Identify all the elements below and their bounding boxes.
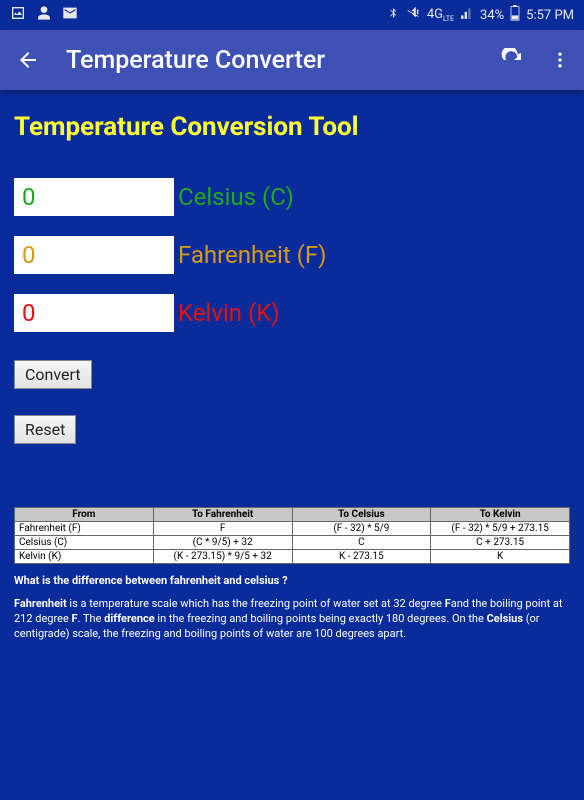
- table-cell: C + 273.15: [431, 536, 570, 550]
- battery-percent: 34%: [480, 8, 504, 23]
- explanation-body: Fahrenheit is a temperature scale which …: [14, 597, 570, 642]
- status-right: 4GLTE 34% 5:57 PM: [387, 5, 574, 25]
- kelvin-input[interactable]: [14, 294, 174, 332]
- table-header: From: [15, 508, 154, 522]
- status-left: [10, 5, 78, 25]
- bluetooth-icon: [387, 6, 399, 24]
- table-row: Celsius (C) (C * 9/5) + 32 C C + 273.15: [15, 536, 570, 550]
- page-title: Temperature Conversion Tool: [14, 112, 570, 142]
- table-header: To Kelvin: [431, 508, 570, 522]
- status-bar: 4GLTE 34% 5:57 PM: [0, 0, 584, 30]
- fahrenheit-input[interactable]: [14, 236, 174, 274]
- main-content: Temperature Conversion Tool Celsius (C) …: [0, 90, 584, 800]
- table-cell: Fahrenheit (F): [15, 522, 154, 536]
- clock: 5:57 PM: [526, 8, 574, 23]
- table-cell: (F - 32) * 5/9: [292, 522, 431, 536]
- celsius-row: Celsius (C): [14, 178, 570, 216]
- table-cell: Celsius (C): [15, 536, 154, 550]
- image-icon: [10, 5, 26, 25]
- conversion-table: From To Fahrenheit To Celsius To Kelvin …: [14, 507, 570, 564]
- table-cell: K - 273.15: [292, 550, 431, 564]
- table-cell: F: [153, 522, 292, 536]
- convert-button[interactable]: Convert: [14, 360, 92, 389]
- table-cell: (F - 32) * 5/9 + 273.15: [431, 522, 570, 536]
- celsius-input[interactable]: [14, 178, 174, 216]
- overflow-menu-button[interactable]: [550, 46, 570, 74]
- table-row: Kelvin (K) (K - 273.15) * 9/5 + 32 K - 2…: [15, 550, 570, 564]
- kelvin-row: Kelvin (K): [14, 294, 570, 332]
- table-cell: (C * 9/5) + 32: [153, 536, 292, 550]
- table-cell: Kelvin (K): [15, 550, 154, 564]
- vibrate-icon: [405, 6, 421, 24]
- table-cell: K: [431, 550, 570, 564]
- signal-icon: [460, 6, 474, 24]
- refresh-button[interactable]: [498, 46, 526, 74]
- battery-icon: [510, 5, 520, 25]
- fahrenheit-row: Fahrenheit (F): [14, 236, 570, 274]
- mail-icon: [62, 5, 78, 25]
- table-cell: (K - 273.15) * 9/5 + 32: [153, 550, 292, 564]
- back-button[interactable]: [14, 46, 42, 74]
- table-header: To Fahrenheit: [153, 508, 292, 522]
- fahrenheit-label: Fahrenheit (F): [178, 241, 326, 269]
- table-header-row: From To Fahrenheit To Celsius To Kelvin: [15, 508, 570, 522]
- user-icon: [36, 5, 52, 25]
- celsius-label: Celsius (C): [178, 183, 294, 211]
- table-cell: C: [292, 536, 431, 550]
- app-bar: Temperature Converter: [0, 30, 584, 90]
- app-title: Temperature Converter: [66, 46, 474, 75]
- table-row: Fahrenheit (F) F (F - 32) * 5/9 (F - 32)…: [15, 522, 570, 536]
- reset-button[interactable]: Reset: [14, 415, 76, 444]
- kelvin-label: Kelvin (K): [178, 299, 280, 327]
- table-header: To Celsius: [292, 508, 431, 522]
- explanation-text: What is the difference between fahrenhei…: [14, 574, 570, 641]
- explanation-question: What is the difference between fahrenhei…: [14, 574, 570, 589]
- network-type: 4GLTE: [427, 8, 454, 23]
